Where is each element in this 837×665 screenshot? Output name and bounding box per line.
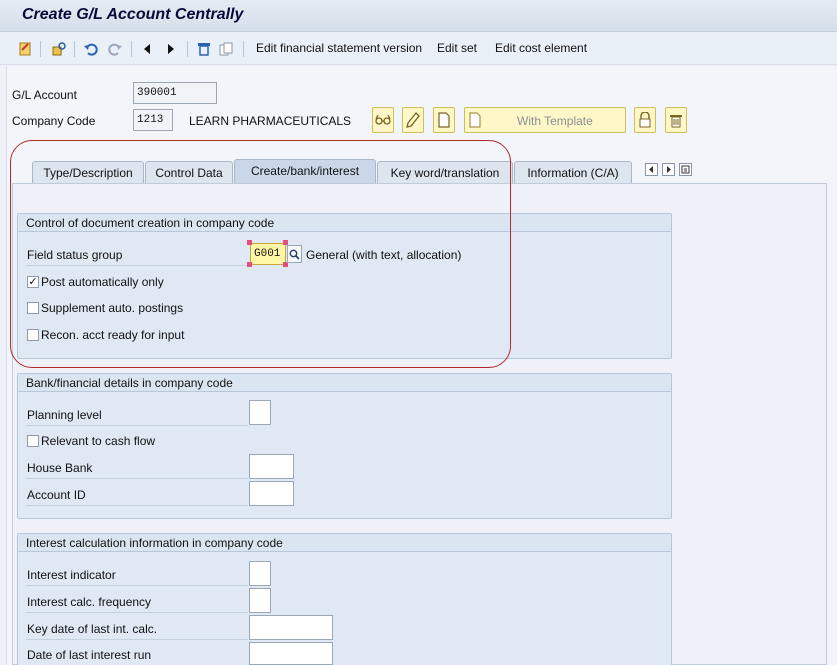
planning-level-label: Planning level: [27, 408, 102, 422]
company-code-field[interactable]: 1213: [133, 109, 173, 131]
post-automatically-label: Post automatically only: [41, 275, 164, 289]
redo-icon[interactable]: [107, 40, 123, 58]
tab-key-word-translation[interactable]: Key word/translation: [377, 161, 513, 183]
relevant-cash-flow-label: Relevant to cash flow: [41, 434, 156, 448]
copy-icon[interactable]: [218, 40, 234, 58]
date-last-interest-run-label: Date of last interest run: [27, 648, 152, 662]
interest-calc-frequency-label: Interest calc. frequency: [27, 595, 152, 609]
title-bar: Create G/L Account Centrally: [0, 0, 837, 32]
field-status-group-field[interactable]: G001: [250, 243, 286, 265]
date-last-interest-run-field[interactable]: [249, 642, 333, 665]
field-status-group-label: Field status group: [27, 248, 123, 262]
group-document-creation-title: Control of document creation in company …: [18, 214, 671, 232]
house-bank-field[interactable]: [249, 454, 294, 479]
interest-indicator-label: Interest indicator: [27, 568, 116, 582]
account-id-field[interactable]: [249, 481, 294, 506]
tab-create-bank-interest[interactable]: Create/bank/interest: [234, 159, 376, 183]
with-template-button[interactable]: With Template: [464, 107, 626, 133]
post-automatically-checkbox[interactable]: ✓: [27, 276, 39, 288]
previous-icon[interactable]: [141, 40, 153, 58]
delete-icon[interactable]: [196, 40, 212, 58]
glasses-icon[interactable]: [372, 107, 394, 133]
supplement-auto-postings-checkbox[interactable]: [27, 302, 39, 314]
tab-list-icon[interactable]: [679, 163, 692, 176]
where-used-icon[interactable]: [50, 40, 68, 58]
window-title: Create G/L Account Centrally: [22, 6, 244, 23]
company-code-label: Company Code: [12, 114, 96, 128]
search-help-icon[interactable]: [287, 245, 302, 263]
planning-level-field[interactable]: [249, 400, 271, 425]
tab-scroll-right-icon[interactable]: [662, 163, 675, 176]
account-id-label: Account ID: [27, 488, 86, 502]
display-change-icon[interactable]: [16, 40, 34, 58]
next-icon[interactable]: [165, 40, 177, 58]
trash-icon[interactable]: [665, 107, 687, 133]
undo-icon[interactable]: [83, 40, 99, 58]
recon-acct-ready-label: Recon. acct ready for input: [41, 328, 185, 342]
key-date-last-calc-field[interactable]: [249, 615, 333, 640]
edit-fs-version-button[interactable]: Edit financial statement version: [256, 41, 422, 55]
tab-control-data[interactable]: Control Data: [145, 161, 233, 183]
pencil-icon[interactable]: [402, 107, 424, 133]
interest-calc-frequency-field[interactable]: [249, 588, 271, 613]
edit-cost-element-button[interactable]: Edit cost element: [495, 41, 587, 55]
supplement-auto-postings-label: Supplement auto. postings: [41, 301, 184, 315]
interest-indicator-field[interactable]: [249, 561, 271, 586]
lock-icon[interactable]: [634, 107, 656, 133]
edit-set-button[interactable]: Edit set: [437, 41, 477, 55]
template-document-icon: [469, 112, 481, 131]
recon-acct-ready-checkbox[interactable]: [27, 329, 39, 341]
gl-account-field[interactable]: 390001: [133, 82, 217, 104]
relevant-cash-flow-checkbox[interactable]: [27, 435, 39, 447]
tab-information-ca[interactable]: Information (C/A): [514, 161, 632, 183]
with-template-label: With Template: [517, 114, 593, 128]
application-toolbar: Edit financial statement version Edit se…: [0, 33, 837, 65]
group-interest-calc-title: Interest calculation information in comp…: [18, 534, 671, 552]
house-bank-label: House Bank: [27, 461, 93, 475]
create-document-icon[interactable]: [433, 107, 455, 133]
key-date-last-calc-label: Key date of last int. calc.: [27, 622, 158, 636]
tab-type-description[interactable]: Type/Description: [32, 161, 144, 183]
field-status-group-description: General (with text, allocation): [306, 248, 462, 262]
company-name: LEARN PHARMACEUTICALS: [189, 114, 352, 128]
tab-scroll-left-icon[interactable]: [645, 163, 658, 176]
group-bank-financial-title: Bank/financial details in company code: [18, 374, 671, 392]
gl-account-label: G/L Account: [12, 88, 77, 102]
